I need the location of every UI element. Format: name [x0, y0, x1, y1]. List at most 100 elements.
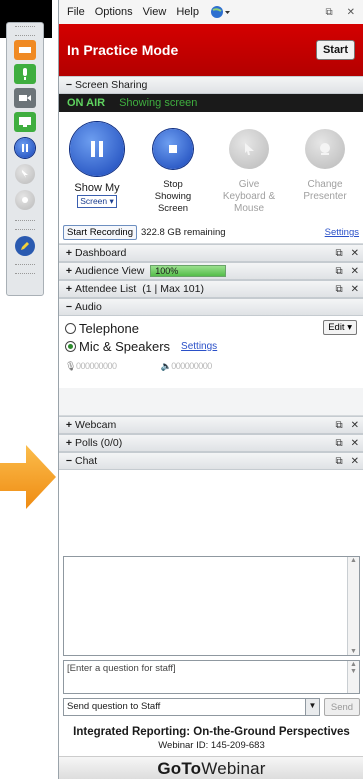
change-presenter-button[interactable] — [305, 129, 345, 169]
change-presenter-control: Change Presenter — [292, 122, 358, 222]
menu-view[interactable]: View — [143, 6, 167, 18]
undock-icon[interactable]: ⧉ — [335, 420, 342, 431]
stop-showing-button[interactable] — [153, 129, 193, 169]
webinar-title: Integrated Reporting: On-the-Ground Pers… — [73, 726, 350, 738]
expand-icon[interactable]: + — [63, 283, 75, 295]
menu-options[interactable]: Options — [95, 6, 133, 18]
audience-view-header[interactable]: + Audience View 100% ⧉ ✕ — [59, 262, 363, 280]
presenter-icon — [22, 197, 28, 203]
telephone-option[interactable]: Telephone — [65, 319, 357, 337]
section-title: Polls (0/0) — [75, 437, 123, 449]
edit-audio-button[interactable]: Edit ▾ — [323, 320, 357, 335]
expand-icon[interactable]: + — [63, 419, 75, 431]
globe-icon[interactable] — [209, 5, 231, 19]
chat-header[interactable]: − Chat ⧉ ✕ — [59, 452, 363, 470]
section-title: Chat — [75, 455, 98, 467]
microphone-button[interactable] — [14, 64, 36, 84]
collapse-icon[interactable]: − — [63, 455, 75, 467]
pencil-icon — [21, 242, 29, 250]
expand-icon[interactable]: + — [63, 437, 75, 449]
start-button[interactable]: Start — [315, 40, 355, 60]
scroll-down-icon[interactable]: ▼ — [348, 648, 359, 655]
webinar-id: Webinar ID: 145-209-683 — [158, 740, 265, 751]
attendee-list-header[interactable]: + Attendee List (1 | Max 101) ⧉ ✕ — [59, 280, 363, 298]
feedback-button[interactable] — [15, 236, 35, 256]
collapse-panel-button[interactable] — [14, 40, 36, 60]
cursor-icon — [22, 170, 28, 178]
radio-button[interactable] — [65, 322, 76, 334]
start-recording-button[interactable]: Start Recording — [63, 225, 138, 240]
section-title: Webcam — [75, 419, 117, 431]
menu-help[interactable]: Help — [176, 6, 199, 18]
undock-icon[interactable]: ⧉ — [335, 456, 342, 467]
close-icon[interactable]: ✕ — [351, 284, 359, 295]
send-button[interactable]: Send — [324, 698, 360, 716]
audio-spacer — [59, 388, 363, 416]
close-icon[interactable]: ✕ — [351, 420, 359, 431]
section-title: Audio — [75, 301, 102, 313]
close-icon[interactable]: ✕ — [351, 456, 359, 467]
stop-label: Stop Showing Screen — [154, 179, 192, 214]
collapse-icon[interactable]: − — [63, 301, 75, 313]
close-icon[interactable]: ✕ — [351, 438, 359, 449]
scrollbar[interactable]: ▲ ▼ — [347, 661, 359, 693]
pointer-arrow-icon — [0, 445, 56, 509]
pause-button[interactable] — [15, 138, 35, 158]
audio-panel: Telephone Mic & Speakers Settings Edit ▾… — [59, 316, 363, 388]
audio-header[interactable]: − Audio — [59, 298, 363, 316]
recording-row: Start Recording 322.8 GB remaining Setti… — [59, 222, 363, 244]
send-row: Send question to Staff ▼ Send — [63, 698, 360, 716]
window-controls: ⧉ ✕ — [325, 7, 363, 18]
give-keyboard-mini-button[interactable] — [15, 164, 35, 184]
close-icon[interactable]: ✕ — [347, 7, 355, 18]
speaker-icon: 🔈 — [160, 361, 172, 371]
expand-icon[interactable]: + — [63, 265, 75, 277]
recording-settings-link[interactable]: Settings — [325, 227, 359, 238]
stop-icon — [169, 145, 177, 153]
close-icon[interactable]: ✕ — [351, 248, 359, 259]
audio-settings-link[interactable]: Settings — [181, 341, 217, 352]
storage-remaining: 322.8 GB remaining — [141, 227, 226, 238]
camera-icon — [19, 95, 31, 101]
chevron-down-icon[interactable]: ▼ — [305, 699, 319, 715]
expand-icon[interactable]: + — [63, 247, 75, 259]
undock-icon[interactable]: ⧉ — [335, 438, 342, 449]
attendee-count: (1 | Max 101) — [142, 283, 204, 295]
screen-sharing-header[interactable]: − Screen Sharing — [59, 76, 363, 94]
mic-speakers-label: Mic & Speakers — [79, 338, 171, 354]
practice-mode-bar: In Practice Mode Start — [59, 24, 363, 76]
close-icon[interactable]: ✕ — [351, 266, 359, 277]
change-presenter-label: Change Presenter — [303, 179, 347, 202]
divider — [15, 220, 35, 230]
webcam-button[interactable] — [14, 88, 36, 108]
show-my-label: Show My — [74, 182, 120, 194]
change-presenter-mini-button[interactable] — [15, 190, 35, 210]
mic-speakers-option[interactable]: Mic & Speakers Settings — [65, 337, 357, 355]
collapse-icon[interactable]: − — [63, 79, 75, 91]
recipient-select[interactable]: Send question to Staff ▼ — [63, 698, 320, 716]
give-keyboard-button[interactable] — [229, 129, 269, 169]
presenter-icon — [320, 143, 330, 155]
menu-file[interactable]: File — [67, 6, 85, 18]
pause-icon — [91, 141, 103, 157]
audio-meters: 🎙000000000 🔈000000000 — [65, 361, 357, 372]
radio-button[interactable] — [65, 340, 76, 352]
telephone-label: Telephone — [79, 320, 139, 336]
screen-share-button[interactable] — [14, 112, 36, 132]
undock-icon[interactable]: ⧉ — [335, 248, 342, 259]
undock-icon[interactable]: ⧉ — [325, 7, 332, 18]
undock-icon[interactable]: ⧉ — [335, 266, 342, 277]
screen-sharing-controls: Show My Screen ▾ Stop Showing Screen Giv… — [59, 112, 363, 222]
question-input[interactable]: [Enter a question for staff] ▲ ▼ — [63, 660, 360, 694]
pause-share-button[interactable] — [70, 122, 124, 176]
webcam-header[interactable]: + Webcam ⧉ ✕ — [59, 416, 363, 434]
undock-icon[interactable]: ⧉ — [335, 284, 342, 295]
stop-showing-control: Stop Showing Screen — [140, 122, 206, 222]
grab-handle[interactable] — [15, 26, 35, 36]
chat-log[interactable]: ▲ ▼ — [63, 556, 360, 656]
scroll-up-icon[interactable]: ▲ — [348, 557, 359, 564]
polls-header[interactable]: + Polls (0/0) ⧉ ✕ — [59, 434, 363, 452]
dashboard-header[interactable]: + Dashboard ⧉ ✕ — [59, 244, 363, 262]
screen-select[interactable]: Screen ▾ — [77, 195, 117, 208]
scrollbar[interactable]: ▲ ▼ — [347, 557, 359, 655]
